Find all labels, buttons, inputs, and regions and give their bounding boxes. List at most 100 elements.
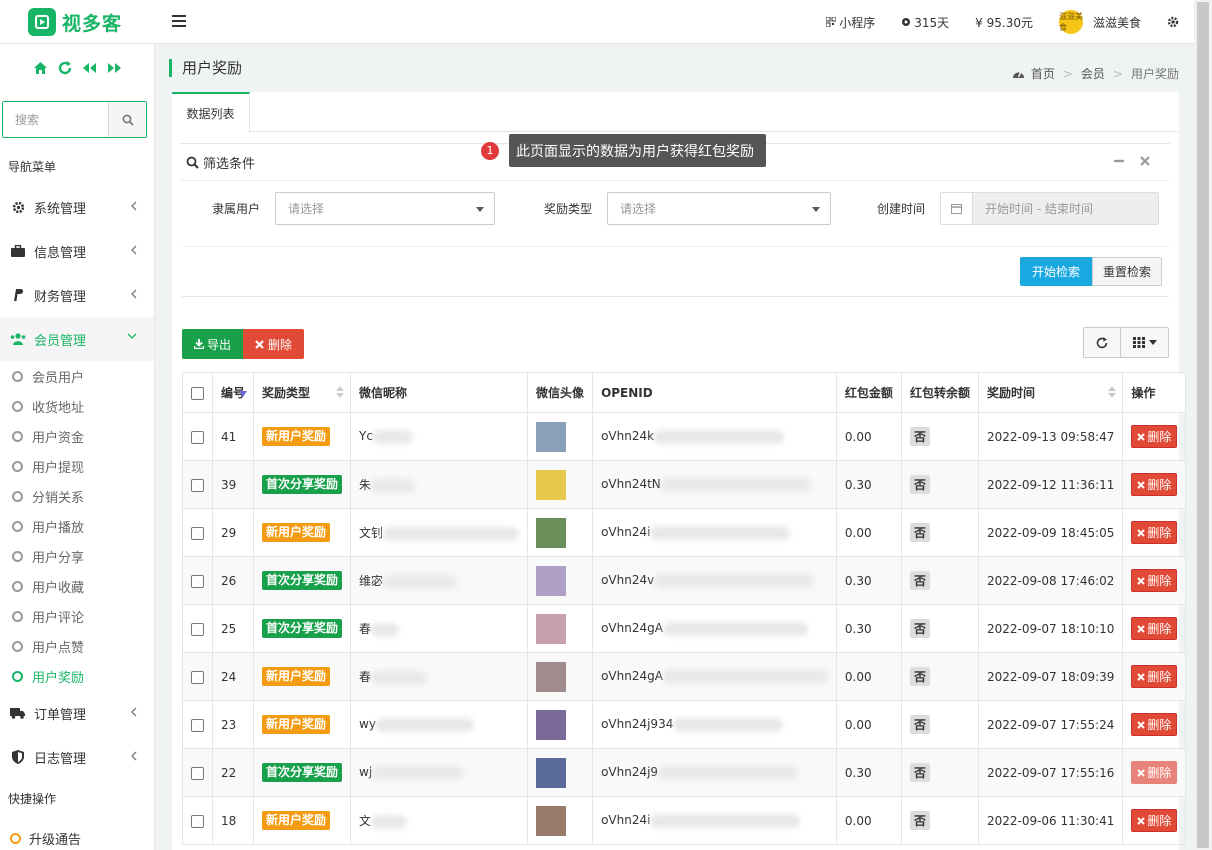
menu-toggle-icon[interactable] [172,12,186,30]
menu-item-member[interactable]: 会员管理 [0,317,154,361]
filter-time-range[interactable]: 开始时间 - 结束时间 [940,192,1160,225]
row-delete-button[interactable]: 删除 [1131,761,1178,784]
menu-item-logs[interactable]: 日志管理 [0,735,154,779]
submenu-item-share[interactable]: 用户分享 [0,541,154,571]
submenu-item-like[interactable]: 用户点赞 [0,631,154,661]
miniprogram-link[interactable]: 小程序 [826,14,875,31]
wechat-avatar-image[interactable] [536,709,567,740]
row-delete-button[interactable]: 删除 [1131,665,1178,688]
breadcrumb-home[interactable]: 首页 [1031,65,1055,82]
submenu-item-member-users[interactable]: 会员用户 [0,361,154,391]
settings-gear-icon[interactable] [1167,16,1182,28]
refresh-icon[interactable] [58,61,72,75]
cell-openid: oVhn24gA [592,652,837,701]
export-button[interactable]: 导出 [182,329,244,359]
row-checkbox[interactable] [191,670,204,684]
wechat-avatar-image[interactable] [536,805,567,836]
minimize-icon[interactable] [1114,156,1124,166]
submenu-item-favorite[interactable]: 用户收藏 [0,571,154,601]
reset-search-button[interactable]: 重置检索 [1092,257,1163,286]
submenu-label: 用户点赞 [32,640,85,656]
row-checkbox[interactable] [191,718,204,732]
col-type[interactable]: 奖励类型 [253,372,352,413]
menu-item-orders[interactable]: 订单管理 [0,691,154,735]
quick-item-upgrade-notice[interactable]: 升级通告 [0,823,154,850]
page-title: 用户奖励 [169,59,242,77]
search-icon[interactable] [108,102,146,137]
row-delete-button[interactable]: 删除 [1131,713,1178,736]
submenu-item-reward[interactable]: 用户奖励 [0,661,154,691]
circle-icon [12,670,23,682]
cell-type: 新用户奖励 [253,700,352,749]
cell-openid: oVhn24j934 [592,700,837,749]
row-checkbox[interactable] [191,766,204,780]
columns-toggle-button[interactable] [1121,327,1169,358]
start-search-button[interactable]: 开始检索 [1020,257,1093,286]
row-delete-button[interactable]: 删除 [1131,521,1178,544]
col-id[interactable]: 编号 [211,372,255,413]
row-delete-button[interactable]: 删除 [1131,473,1178,496]
row-checkbox[interactable] [191,430,204,444]
refresh-table-button[interactable] [1083,327,1121,358]
cell-time: 2022-09-06 11:30:41 [977,796,1124,845]
menu-item-info[interactable]: 信息管理 [0,229,154,273]
row-delete-button[interactable]: 删除 [1131,809,1178,832]
days-remaining[interactable]: 315天 [901,14,949,31]
row-delete-button[interactable]: 删除 [1131,617,1178,640]
tab-data-list[interactable]: 数据列表 [172,92,250,133]
nickname-text: 维宓 [359,574,384,588]
cell-to-balance: 否 [900,460,979,509]
openid-text: oVhn24j9 [601,765,659,780]
forward-icon[interactable] [107,62,122,74]
filter-type-select[interactable]: 请选择 [607,192,832,225]
scrollbar-thumb[interactable] [1197,2,1209,848]
openid-text: oVhn24v [601,573,655,588]
cell-id: 39 [211,460,255,509]
wechat-avatar-image[interactable] [536,517,567,548]
col-time[interactable]: 奖励时间 [977,372,1124,413]
menu-label: 会员管理 [34,333,87,349]
breadcrumb-current: 用户奖励 [1130,67,1179,81]
row-checkbox[interactable] [191,478,204,492]
backward-icon[interactable] [82,62,97,74]
row-delete-button[interactable]: 删除 [1131,569,1178,592]
briefcase-icon [10,243,26,259]
row-select-cell [182,700,213,749]
wechat-avatar-image[interactable] [536,469,567,500]
app-logo[interactable]: 视多客 [28,8,122,36]
cell-amount: 0.00 [835,508,902,557]
filter-type: 奖励类型 请选择 [544,192,832,225]
row-checkbox[interactable] [191,526,204,540]
page-scrollbar[interactable] [1194,0,1212,850]
submenu-item-funds[interactable]: 用户资金 [0,421,154,451]
submenu-item-address[interactable]: 收货地址 [0,391,154,421]
home-icon[interactable] [33,61,48,75]
wechat-avatar-image[interactable] [536,661,567,692]
row-checkbox[interactable] [191,622,204,636]
breadcrumb-member[interactable]: 会员 [1081,65,1105,82]
user-menu[interactable]: 滋滋美食 滋滋美食 [1058,10,1141,34]
row-select-cell [182,508,213,557]
submenu-item-comment[interactable]: 用户评论 [0,601,154,631]
wechat-avatar-image[interactable] [536,757,567,788]
sidebar-search-input[interactable] [3,102,108,137]
batch-delete-button[interactable]: 删除 [243,329,305,359]
row-delete-button[interactable]: 删除 [1131,425,1178,448]
filter-user-select[interactable]: 请选择 [275,192,496,225]
balance-link[interactable]: ¥ 95.30元 [975,14,1033,31]
submenu-item-withdraw[interactable]: 用户提现 [0,451,154,481]
select-all-checkbox[interactable] [191,386,204,400]
submenu-item-distribution[interactable]: 分销关系 [0,481,154,511]
menu-item-finance[interactable]: 财务管理 [0,273,154,317]
wechat-avatar-image[interactable] [536,421,567,452]
cell-actions: 删除 [1122,508,1187,557]
table-body: 41 新用户奖励 Yc oVhn24k 0.00 否 2022-09-13 09:58:47… [182,412,1187,845]
submenu-item-play[interactable]: 用户播放 [0,511,154,541]
wechat-avatar-image[interactable] [536,565,567,596]
row-checkbox[interactable] [191,574,204,588]
cell-to-balance: 否 [900,556,979,605]
close-icon[interactable] [1140,156,1150,166]
wechat-avatar-image[interactable] [536,613,567,644]
menu-item-system[interactable]: 系统管理 [0,185,154,229]
row-checkbox[interactable] [191,814,204,828]
